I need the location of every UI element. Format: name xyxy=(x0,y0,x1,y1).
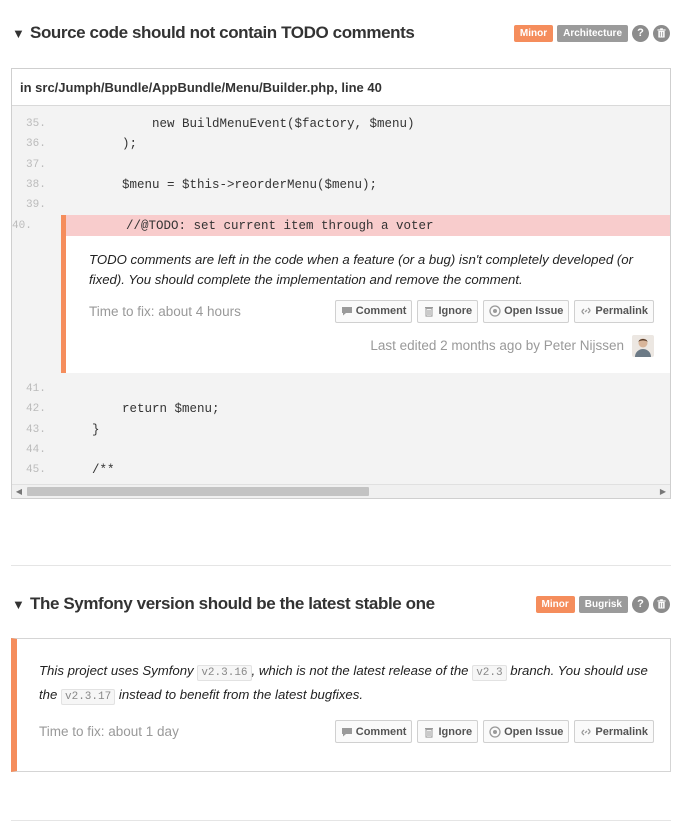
version-code: v2.3.16 xyxy=(197,665,252,681)
issue-actions: Comment Ignore Open Issue Permalink xyxy=(334,299,654,323)
issue-description: This project uses Symfony v2.3.16, which… xyxy=(39,660,654,708)
trash-icon[interactable] xyxy=(653,595,670,613)
issue-description: TODO comments are left in the code when … xyxy=(89,251,633,287)
issue-badges: Minor Architecture ? xyxy=(513,24,670,42)
issue-actions: Comment Ignore Open Issue Permalink xyxy=(334,720,654,743)
code-listing: 35. new BuildMenuEvent($factory, $menu) … xyxy=(12,106,670,485)
line-number: 44. xyxy=(26,443,46,456)
issue-badges: Minor Bugrisk ? xyxy=(535,595,670,613)
line-number: 35. xyxy=(26,118,46,131)
permalink-button[interactable]: Permalink xyxy=(574,299,654,323)
issue-title[interactable]: Source code should not contain TODO comm… xyxy=(30,23,514,43)
line-number: 45. xyxy=(26,464,46,477)
collapse-caret-icon[interactable]: ▼ xyxy=(12,26,30,41)
open-issue-label: Open Issue xyxy=(504,725,564,738)
issue-title[interactable]: The Symfony version should be the latest… xyxy=(30,594,536,614)
line-text: $menu = $this->reorderMenu($menu); xyxy=(62,178,378,193)
divider xyxy=(11,820,671,821)
line-text: new BuildMenuEvent($factory, $menu) xyxy=(62,117,415,132)
permalink-label: Permalink xyxy=(595,725,648,738)
highlighted-code-line: 40. //@TODO: set current item through a … xyxy=(12,215,670,236)
ignore-label: Ignore xyxy=(438,305,473,318)
version-code: v2.3.17 xyxy=(61,689,116,705)
ignore-button[interactable]: Ignore xyxy=(417,720,479,743)
comment-label: Comment xyxy=(355,305,407,318)
line-text: } xyxy=(62,422,100,437)
trash-icon[interactable] xyxy=(653,24,670,42)
collapse-caret-icon[interactable]: ▼ xyxy=(12,597,30,612)
code-line: 42. return $menu; xyxy=(12,399,670,419)
description-text: , which is not the latest release of the xyxy=(251,663,473,678)
help-icon[interactable]: ? xyxy=(632,595,649,613)
issue-header-symfony[interactable]: ▼ The Symfony version should be the late… xyxy=(12,588,670,620)
code-line: 43. } xyxy=(12,419,670,439)
line-number: 38. xyxy=(26,179,46,192)
file-path: in src/Jumph/Bundle/AppBundle/Menu/Build… xyxy=(12,69,670,106)
comment-button[interactable]: Comment xyxy=(334,720,413,743)
line-number: 36. xyxy=(26,138,46,151)
severity-badge: Minor xyxy=(535,595,575,613)
code-line: 41. xyxy=(12,379,670,399)
line-text: /** xyxy=(62,463,115,478)
ignore-label: Ignore xyxy=(438,725,473,738)
scrollbar-thumb[interactable] xyxy=(27,487,369,497)
ignore-button[interactable]: Ignore xyxy=(417,299,479,323)
permalink-button[interactable]: Permalink xyxy=(574,720,654,743)
line-text: //@TODO: set current item through a vote… xyxy=(66,218,434,233)
code-line: 45. /** xyxy=(12,460,670,480)
open-issue-button[interactable]: Open Issue xyxy=(483,720,570,743)
line-text: return $menu; xyxy=(62,402,220,417)
code-line: 35. new BuildMenuEvent($factory, $menu) xyxy=(12,114,670,134)
issue-description-box: This project uses Symfony v2.3.16, which… xyxy=(11,638,671,772)
link-icon xyxy=(581,728,591,735)
time-to-fix: Time to fix: about 1 day xyxy=(39,724,179,739)
category-badge: Architecture xyxy=(557,24,628,42)
code-line: 39. xyxy=(12,195,670,215)
line-number: 37. xyxy=(26,158,46,171)
code-line: 44. xyxy=(12,440,670,460)
branch-code: v2.3 xyxy=(472,665,507,681)
description-text: instead to benefit from the latest bugfi… xyxy=(115,687,363,702)
code-snippet-box: in src/Jumph/Bundle/AppBundle/Menu/Build… xyxy=(11,68,671,500)
horizontal-scrollbar[interactable]: ◀ ▶ xyxy=(12,484,670,499)
code-line: 37. xyxy=(12,155,670,175)
trash-icon xyxy=(425,307,434,317)
link-icon xyxy=(581,307,591,315)
code-line: 36. ); xyxy=(12,134,670,154)
permalink-label: Permalink xyxy=(595,305,648,318)
time-to-fix: Time to fix: about 4 hours xyxy=(89,303,241,319)
avatar[interactable] xyxy=(632,334,654,357)
last-edited-text: Last edited 2 months ago by Peter Nijsse… xyxy=(370,338,624,354)
category-badge: Bugrisk xyxy=(578,595,628,613)
issue-header-todo[interactable]: ▼ Source code should not contain TODO co… xyxy=(12,17,670,49)
github-icon xyxy=(489,725,501,738)
severity-badge: Minor xyxy=(513,24,554,42)
inline-issue-comment: TODO comments are left in the code when … xyxy=(61,235,670,373)
description-text: This project uses Symfony xyxy=(39,663,198,678)
code-line: 38. $menu = $this->reorderMenu($menu); xyxy=(12,175,670,195)
line-number: 43. xyxy=(26,423,46,436)
scroll-right-icon[interactable]: ▶ xyxy=(656,485,670,499)
open-issue-button[interactable]: Open Issue xyxy=(483,299,570,323)
open-issue-label: Open Issue xyxy=(504,305,564,318)
comment-button[interactable]: Comment xyxy=(334,299,413,323)
divider xyxy=(11,565,671,566)
line-number: 39. xyxy=(26,199,46,212)
comment-label: Comment xyxy=(355,725,407,738)
speech-bubble-icon xyxy=(341,307,352,316)
github-icon xyxy=(489,305,501,317)
trash-icon xyxy=(425,727,434,738)
speech-bubble-icon xyxy=(341,727,352,736)
line-number: 42. xyxy=(26,403,46,416)
scroll-left-icon[interactable]: ◀ xyxy=(12,485,26,499)
line-text: ); xyxy=(62,137,138,152)
line-number: 41. xyxy=(26,382,46,395)
help-icon[interactable]: ? xyxy=(632,24,649,42)
line-number: 40. xyxy=(12,219,32,232)
